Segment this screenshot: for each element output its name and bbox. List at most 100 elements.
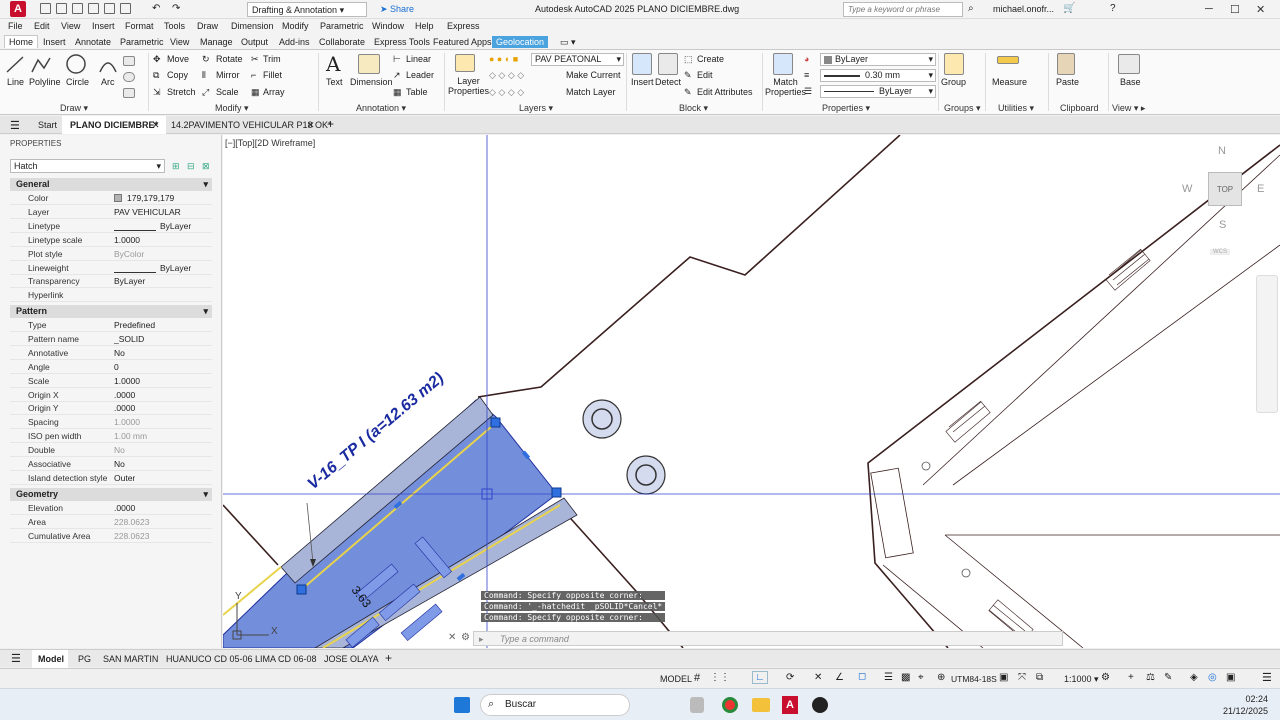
draw-panel-label[interactable]: Draw ▾ xyxy=(60,103,88,114)
rectangle-icon[interactable] xyxy=(123,56,135,66)
quick-properties-icon[interactable]: ✎ xyxy=(1164,672,1172,683)
property-row[interactable]: Cumulative Area 228.0623 xyxy=(10,530,212,543)
tab-annotate[interactable]: Annotate xyxy=(71,36,115,48)
property-row[interactable]: Lineweight ByLayer xyxy=(10,262,212,275)
property-row[interactable]: Origin Y .0000 xyxy=(10,402,212,416)
property-value[interactable]: ByLayer xyxy=(160,263,191,273)
tab-geolocation[interactable]: Geolocation xyxy=(492,36,549,48)
stretch-button[interactable]: Stretch xyxy=(167,87,196,97)
rotate-button[interactable]: Rotate xyxy=(216,54,243,64)
property-row[interactable]: Plot style ByColor xyxy=(10,248,212,261)
menu-window[interactable]: Window xyxy=(372,21,404,31)
clock-time[interactable]: 02:24 xyxy=(1245,694,1268,704)
insert-button[interactable]: Insert xyxy=(631,77,654,87)
property-row[interactable]: Linetype scale 1.0000 xyxy=(10,234,212,247)
customization-icon[interactable]: ☰ xyxy=(1262,671,1272,684)
close-button[interactable]: ✕ xyxy=(1256,3,1265,16)
tab-express-tools[interactable]: Express Tools xyxy=(370,36,434,48)
property-row[interactable]: Hyperlink xyxy=(10,289,212,303)
workspace-dropdown[interactable]: Drafting & Annotation ▾ xyxy=(247,2,367,17)
property-value[interactable]: PAV VEHICULAR xyxy=(114,207,181,217)
move-button[interactable]: Move xyxy=(167,54,189,64)
property-value[interactable]: 1.00 mm xyxy=(114,431,147,441)
isolate-objects-icon[interactable]: ◈ xyxy=(1190,672,1198,683)
tab-featured-apps[interactable]: Featured Apps xyxy=(429,36,496,48)
polyline-icon[interactable] xyxy=(30,54,52,76)
make-current-button[interactable]: Make Current xyxy=(566,70,621,80)
geolocation-icon[interactable]: ⊕ xyxy=(937,672,945,683)
navigation-bar[interactable] xyxy=(1256,275,1278,413)
new-tab-icon[interactable]: + xyxy=(327,117,334,131)
share-button[interactable]: ➤ Share xyxy=(380,4,414,15)
taskbar-search[interactable]: Buscar xyxy=(480,694,630,716)
viewcube-north[interactable]: N xyxy=(1218,145,1226,157)
property-row[interactable]: Transparency ByLayer xyxy=(10,275,212,289)
property-row[interactable]: Associative No xyxy=(10,458,212,471)
select-objects-icon[interactable]: ⊟ xyxy=(187,161,195,172)
property-row[interactable]: Area 228.0623 xyxy=(10,516,212,529)
tab-start[interactable]: Start xyxy=(38,120,57,130)
layout-menu-icon[interactable]: ☰ xyxy=(11,652,21,665)
array-button[interactable]: Array xyxy=(263,87,285,97)
viewcube-south[interactable]: S xyxy=(1219,219,1226,231)
hardware-acceleration-icon[interactable]: ◎ xyxy=(1208,672,1217,683)
search-icon[interactable]: ⌕ xyxy=(968,3,974,14)
property-row[interactable]: Annotative No xyxy=(10,347,212,360)
close-tab-icon[interactable]: ✕ xyxy=(307,120,315,131)
property-value[interactable]: 179,179,179 xyxy=(127,193,174,203)
line-button[interactable]: Line xyxy=(7,77,24,87)
viewcube-west[interactable]: W xyxy=(1182,183,1192,195)
property-row[interactable]: Pattern name _SOLID xyxy=(10,333,212,346)
menu-draw[interactable]: Draw xyxy=(197,21,218,31)
grip-handle[interactable] xyxy=(551,487,562,498)
ribbon-toggle-icon[interactable]: ▭ ▾ xyxy=(560,37,576,48)
grid-icon[interactable]: # xyxy=(694,672,700,684)
linear-button[interactable]: Linear xyxy=(406,54,431,64)
layers-panel-label[interactable]: Layers ▾ xyxy=(519,103,553,114)
clean-screen-icon[interactable]: ▣ xyxy=(1226,672,1235,683)
isodraft-icon[interactable]: ✕ xyxy=(814,672,822,683)
customize-command-icon[interactable]: ⚙ xyxy=(461,632,470,643)
group-button[interactable]: Group xyxy=(941,77,966,87)
tab-view[interactable]: View xyxy=(166,36,193,48)
coordinate-system-label[interactable]: UTM84-18S xyxy=(951,674,997,684)
tab-collaborate[interactable]: Collaborate xyxy=(315,36,369,48)
table-button[interactable]: Table xyxy=(406,87,428,97)
menu-parametric[interactable]: Parametric xyxy=(320,21,364,31)
tab-layout-pg[interactable]: PG xyxy=(78,654,91,664)
paste-button[interactable]: Paste xyxy=(1056,77,1079,87)
property-value[interactable]: .0000 xyxy=(114,503,135,513)
match-layer-button[interactable]: Match Layer xyxy=(566,87,616,97)
drawing-viewport[interactable]: V-16_TP I (a=12.63 m2) 3.63 Y X [−][Top]… xyxy=(223,135,1280,648)
ortho-icon[interactable]: ∟ xyxy=(752,671,768,684)
auto-scale-icon[interactable]: ⤧ xyxy=(1018,672,1026,683)
workspace-settings-icon[interactable]: ⚙ xyxy=(1101,672,1110,683)
property-value[interactable]: No xyxy=(114,348,125,358)
property-value[interactable]: 1.0000 xyxy=(114,235,140,245)
layer-dropdown[interactable]: PAV PEATONAL ▾ xyxy=(531,53,624,66)
open-file-icon[interactable] xyxy=(56,3,67,14)
add-layout-icon[interactable]: + xyxy=(385,651,392,665)
menu-help[interactable]: Help xyxy=(415,21,434,31)
object-snap-icon[interactable]: ◻ xyxy=(858,671,866,682)
property-row[interactable]: Color 179,179,179 xyxy=(10,192,212,205)
tab-insert[interactable]: Insert xyxy=(39,36,70,48)
object-snap-tracking-icon[interactable]: ∠ xyxy=(835,672,844,683)
property-row[interactable]: Linetype ByLayer xyxy=(10,220,212,233)
property-row[interactable]: Double No xyxy=(10,444,212,458)
line-icon[interactable] xyxy=(5,54,25,76)
snap-icon[interactable]: ⋮⋮ xyxy=(710,672,730,683)
block-panel-label[interactable]: Block ▾ xyxy=(679,103,708,114)
polyline-button[interactable]: Polyline xyxy=(29,77,61,87)
property-row[interactable]: Elevation .0000 xyxy=(10,502,212,515)
tab-layout-jose-olaya[interactable]: JOSE OLAYA xyxy=(324,654,379,664)
viewcube-east[interactable]: E xyxy=(1257,183,1264,195)
annotation-monitor-icon[interactable]: + xyxy=(1128,672,1134,683)
property-value[interactable]: No xyxy=(114,459,125,469)
menu-view[interactable]: View xyxy=(61,21,80,31)
trim-button[interactable]: Trim xyxy=(263,54,281,64)
quick-select-icon[interactable]: ⊠ xyxy=(202,161,210,172)
text-button[interactable]: Text xyxy=(326,77,343,87)
property-row[interactable]: Origin X .0000 xyxy=(10,389,212,402)
property-value[interactable]: 0 xyxy=(114,362,119,372)
